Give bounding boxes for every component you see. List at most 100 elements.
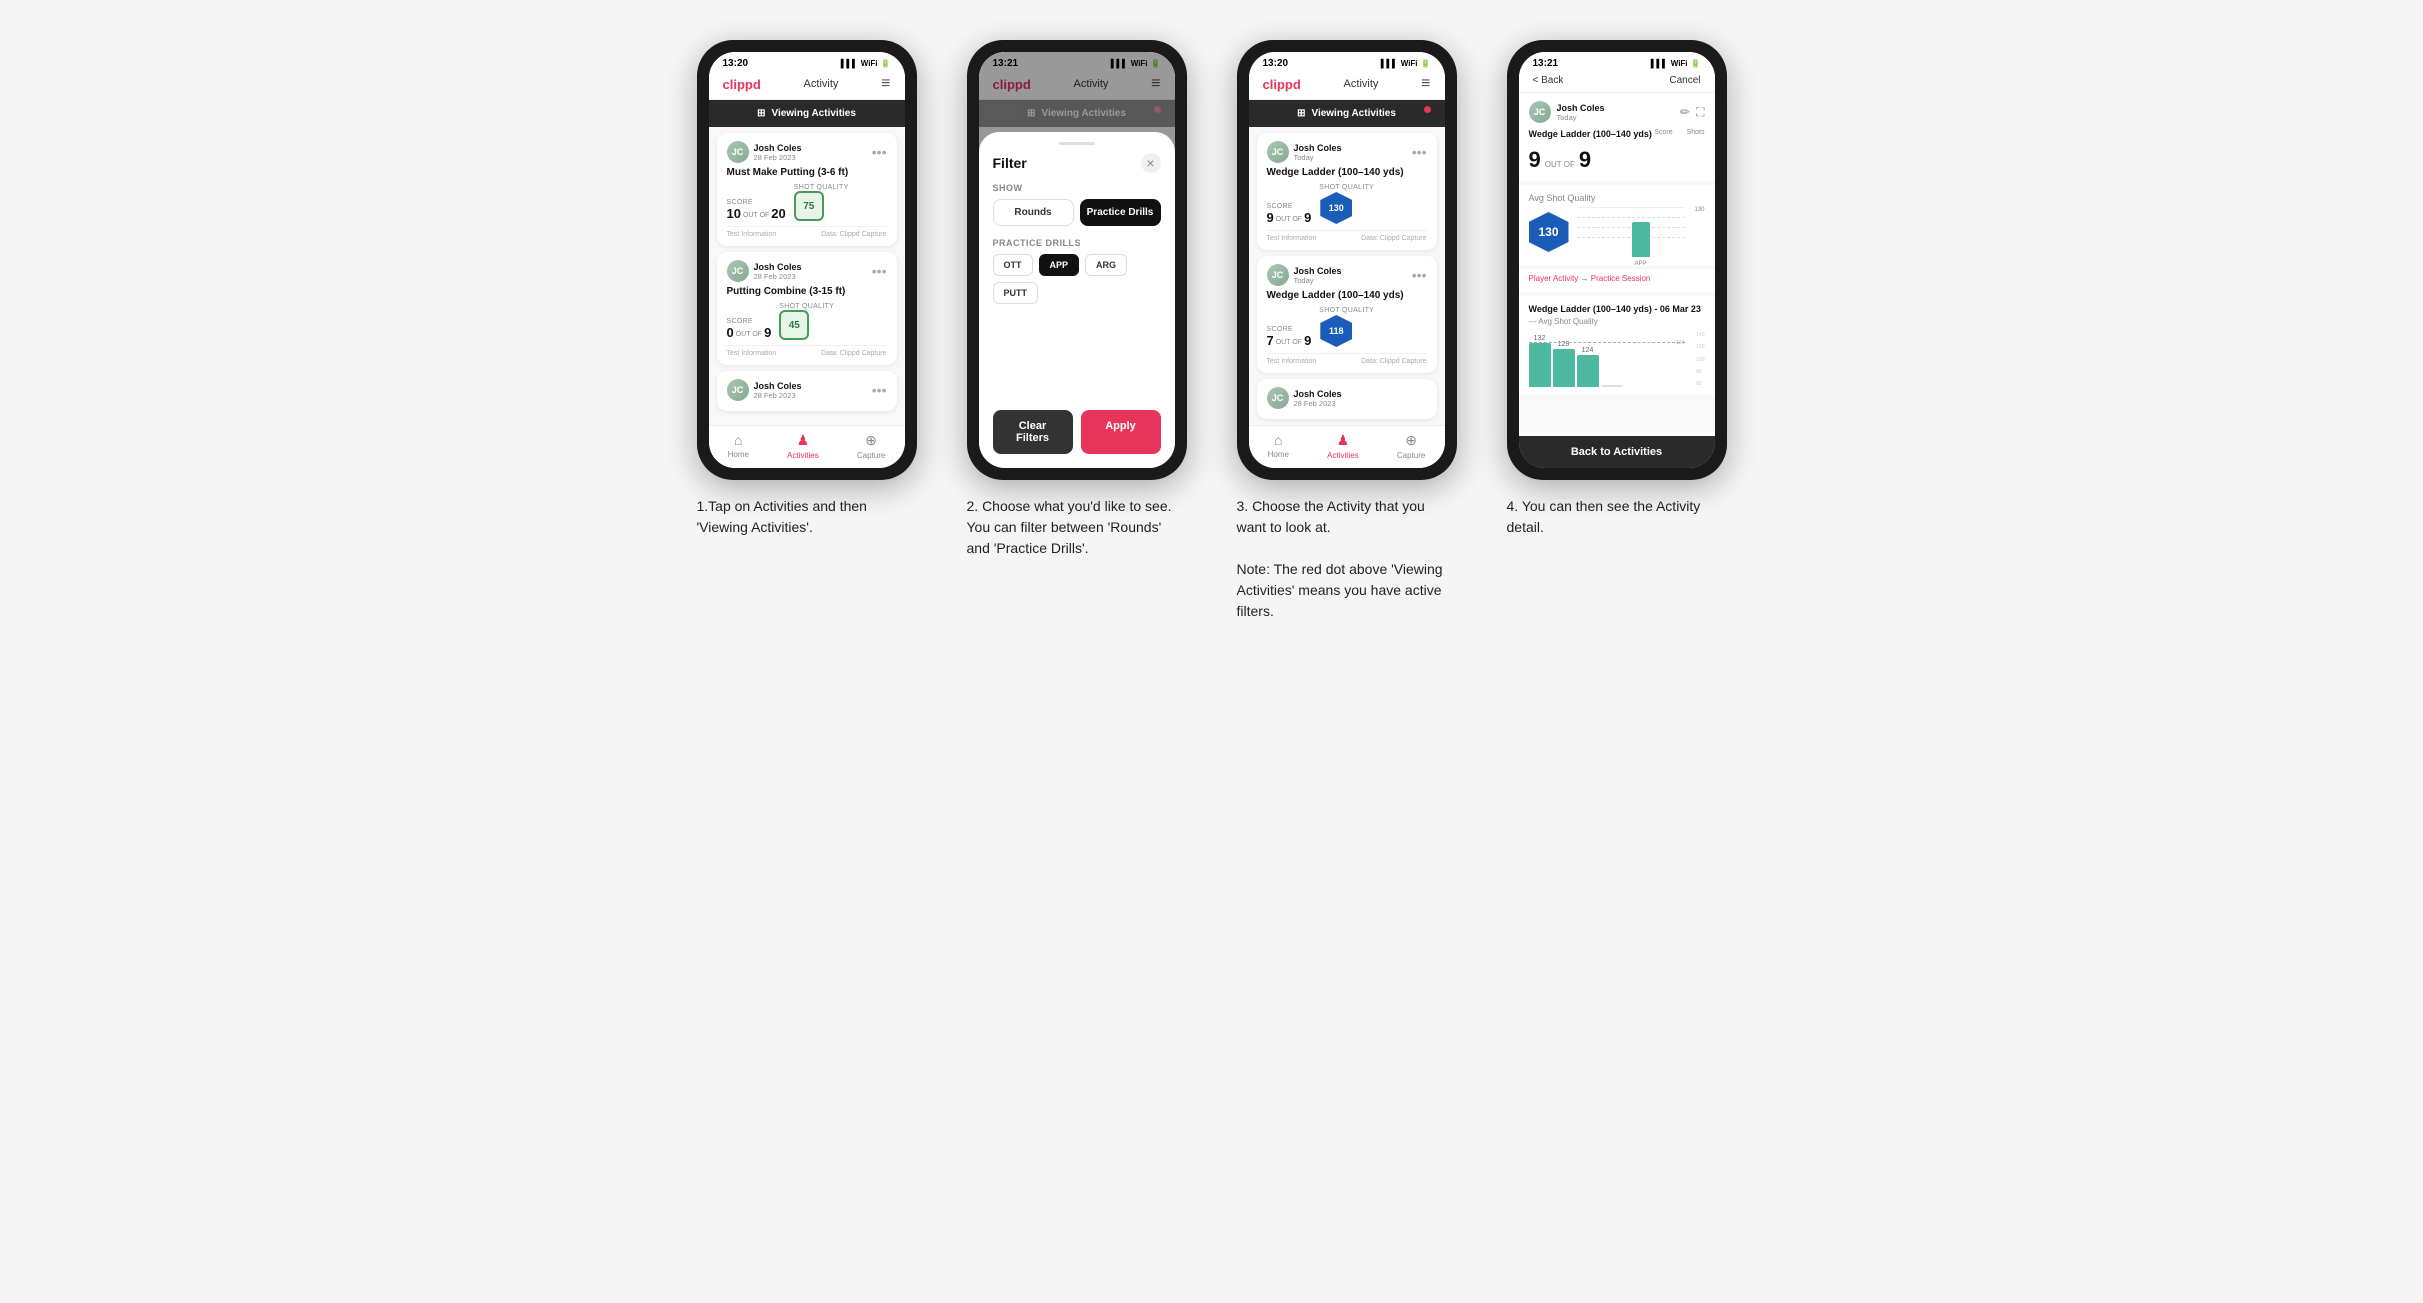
stat-score-1-2: Score 0 OUT OF 9 xyxy=(727,318,772,340)
drill-putt-2[interactable]: PUTT xyxy=(993,282,1039,304)
caption-2: 2. Choose what you'd like to see. You ca… xyxy=(967,496,1187,559)
activity-card-3-2[interactable]: JC Josh Coles Today ••• Wedge Ladder (10… xyxy=(1257,256,1437,373)
tab-activities-1[interactable]: ♟ Activities xyxy=(787,432,819,460)
card-footer-3-1: Test Information Data: Clippd Capture xyxy=(1267,230,1427,242)
footer-right-1-2: Data: Clippd Capture xyxy=(821,350,886,357)
scroll-area-1: JC Josh Coles 28 Feb 2023 ••• Must Make … xyxy=(709,127,905,425)
status-bar-4: 13:21 ▌▌▌ WiFi 🔋 xyxy=(1519,52,1715,71)
card-header-3-1: JC Josh Coles Today ••• xyxy=(1267,141,1427,163)
menu-icon-1[interactable]: ≡ xyxy=(881,75,890,93)
tab-bar-3: ⌂ Home ♟ Activities ⊕ Capture xyxy=(1249,425,1445,468)
caption-1: 1.Tap on Activities and then 'Viewing Ac… xyxy=(697,496,917,538)
app-logo-3: clippd xyxy=(1263,77,1301,92)
activities-label-1: Activities xyxy=(787,451,819,460)
filter-drills-2[interactable]: Practice Drills xyxy=(1080,199,1161,226)
edit-icon-4[interactable]: ✏ xyxy=(1680,105,1690,120)
app-title-3: Activity xyxy=(1344,78,1379,90)
detail-user-left-4: JC Josh Coles Today xyxy=(1529,101,1605,123)
bar-3-4: 124 xyxy=(1577,347,1599,387)
back-to-activities-button-4[interactable]: Back to Activities xyxy=(1519,436,1715,468)
card-user-1-3: JC Josh Coles 28 Feb 2023 xyxy=(727,379,802,401)
score-label-1-2: Score xyxy=(727,318,772,325)
score-value-1-1: 10 OUT OF 20 xyxy=(727,206,786,221)
outof-1-2: OUT OF xyxy=(736,331,762,338)
tab-activities-3[interactable]: ♟ Activities xyxy=(1327,432,1359,460)
card-footer-1-2: Test Information Data: Clippd Capture xyxy=(727,345,887,357)
filter-rounds-2[interactable]: Rounds xyxy=(993,199,1074,226)
viewing-banner-3[interactable]: ⊞ Viewing Activities xyxy=(1249,100,1445,127)
tab-capture-3[interactable]: ⊕ Capture xyxy=(1397,432,1425,460)
card-footer-1-1: Test Information Data: Clippd Capture xyxy=(727,226,887,238)
capture-icon-3: ⊕ xyxy=(1405,432,1417,449)
app-nav-1: clippd Activity ≡ xyxy=(709,71,905,100)
scroll-area-3: JC Josh Coles Today ••• Wedge Ladder (10… xyxy=(1249,127,1445,425)
stats-row-3-1: Score 9 OUT OF 9 Shot Quality 1 xyxy=(1267,184,1427,225)
time-4: 13:21 xyxy=(1533,58,1559,69)
avg-shot-title-4: Avg Shot Quality xyxy=(1529,193,1705,203)
sq-badge-1-2: 45 xyxy=(779,310,809,340)
outof-1-1: OUT OF xyxy=(743,212,769,219)
detail-header-card-4: JC Josh Coles Today ✏ ⛶ xyxy=(1519,93,1715,181)
modal-sheet-2: Filter × Show Rounds Practice Drills Pra… xyxy=(979,132,1175,468)
user-name-1-2: Josh Coles xyxy=(754,262,802,272)
user-info-1-1: Josh Coles 28 Feb 2023 xyxy=(754,143,802,162)
more-dots-3-1[interactable]: ••• xyxy=(1412,145,1427,159)
detail-user-row-4: JC Josh Coles Today ✏ ⛶ xyxy=(1529,101,1705,123)
modal-actions-2: Clear Filters Apply xyxy=(993,410,1161,454)
tab-home-3[interactable]: ⌂ Home xyxy=(1268,432,1289,460)
stat-score-3-1: Score 9 OUT OF 9 xyxy=(1267,203,1312,225)
modal-backdrop-2[interactable] xyxy=(979,52,1175,132)
hex-value-3-2: 118 xyxy=(1320,315,1352,347)
shots-col-label-4: Shots xyxy=(1687,129,1705,136)
clear-filters-button-2[interactable]: Clear Filters xyxy=(993,410,1073,454)
phone-column-3: 13:20 ▌▌▌ WiFi 🔋 clippd Activity ≡ ⊞ xyxy=(1227,40,1467,622)
menu-icon-3[interactable]: ≡ xyxy=(1421,75,1430,93)
footer-left-3-1: Test Information xyxy=(1267,235,1317,242)
modal-close-2[interactable]: × xyxy=(1141,153,1161,173)
cancel-button-4[interactable]: Cancel xyxy=(1669,75,1700,86)
sq-label-3-1: Shot Quality xyxy=(1319,184,1374,191)
back-button-4[interactable]: < Back xyxy=(1533,75,1564,86)
card-title-1-1: Must Make Putting (3-6 ft) xyxy=(727,167,887,178)
drill-ott-2[interactable]: OTT xyxy=(993,254,1033,276)
tab-home-1[interactable]: ⌂ Home xyxy=(728,432,749,460)
more-dots-1-3[interactable]: ••• xyxy=(872,383,887,397)
expand-icon-4[interactable]: ⛶ xyxy=(1696,105,1704,120)
activity-card-3-1[interactable]: JC Josh Coles Today ••• Wedge Ladder (10… xyxy=(1257,133,1437,250)
drill-arg-2[interactable]: ARG xyxy=(1085,254,1127,276)
score-value-3-1: 9 OUT OF 9 xyxy=(1267,210,1312,225)
capture-label-1: Capture xyxy=(857,451,885,460)
phone-4-screen: 13:21 ▌▌▌ WiFi 🔋 < Back Cancel xyxy=(1519,52,1715,468)
activity-card-1-1[interactable]: JC Josh Coles 28 Feb 2023 ••• Must Make … xyxy=(717,133,897,246)
modal-handle-2 xyxy=(1059,142,1095,145)
user-name-3-2: Josh Coles xyxy=(1294,266,1342,276)
app-logo-1: clippd xyxy=(723,77,761,92)
drill-app-2[interactable]: APP xyxy=(1039,254,1080,276)
mini-bar-label-4: APP xyxy=(1634,261,1646,267)
score-value-1-2: 0 OUT OF 9 xyxy=(727,325,772,340)
tab-capture-1[interactable]: ⊕ Capture xyxy=(857,432,885,460)
more-dots-1-2[interactable]: ••• xyxy=(872,264,887,278)
modal-title-2: Filter xyxy=(993,155,1027,171)
more-dots-1-1[interactable]: ••• xyxy=(872,145,887,159)
viewing-banner-1[interactable]: ⊞ Viewing Activities xyxy=(709,100,905,127)
phone-2: 13:21 ▌▌▌ WiFi 🔋 clippd Activity ≡ ⊞ xyxy=(967,40,1187,480)
footer-left-1-2: Test Information xyxy=(727,350,777,357)
card-header-3-3: JC Josh Coles 28 Feb 2023 xyxy=(1267,387,1427,409)
detail-metric-row-4: 9 OUT OF 9 xyxy=(1529,147,1705,173)
activity-card-3-3: JC Josh Coles 28 Feb 2023 xyxy=(1257,379,1437,419)
avatar-3-1: JC xyxy=(1267,141,1289,163)
red-dot-3 xyxy=(1424,106,1431,113)
filter-icon-1: ⊞ xyxy=(757,108,765,119)
activity-card-1-2[interactable]: JC Josh Coles 28 Feb 2023 ••• Putting Co… xyxy=(717,252,897,365)
more-dots-3-2[interactable]: ••• xyxy=(1412,268,1427,282)
sq-label-3-2: Shot Quality xyxy=(1319,307,1374,314)
shots-num-1-2: 9 xyxy=(764,325,771,340)
battery-icon-4: 🔋 xyxy=(1691,59,1701,68)
card-title-1-2: Putting Combine (3-15 ft) xyxy=(727,286,887,297)
sq-hex-3-1: 130 xyxy=(1319,191,1353,225)
score-label-3-1: Score xyxy=(1267,203,1312,210)
bar-chart-4: 140 120 100 80 60 124 132 xyxy=(1529,332,1705,387)
apply-button-2[interactable]: Apply xyxy=(1081,410,1161,454)
user-name-3-3: Josh Coles xyxy=(1294,389,1342,399)
